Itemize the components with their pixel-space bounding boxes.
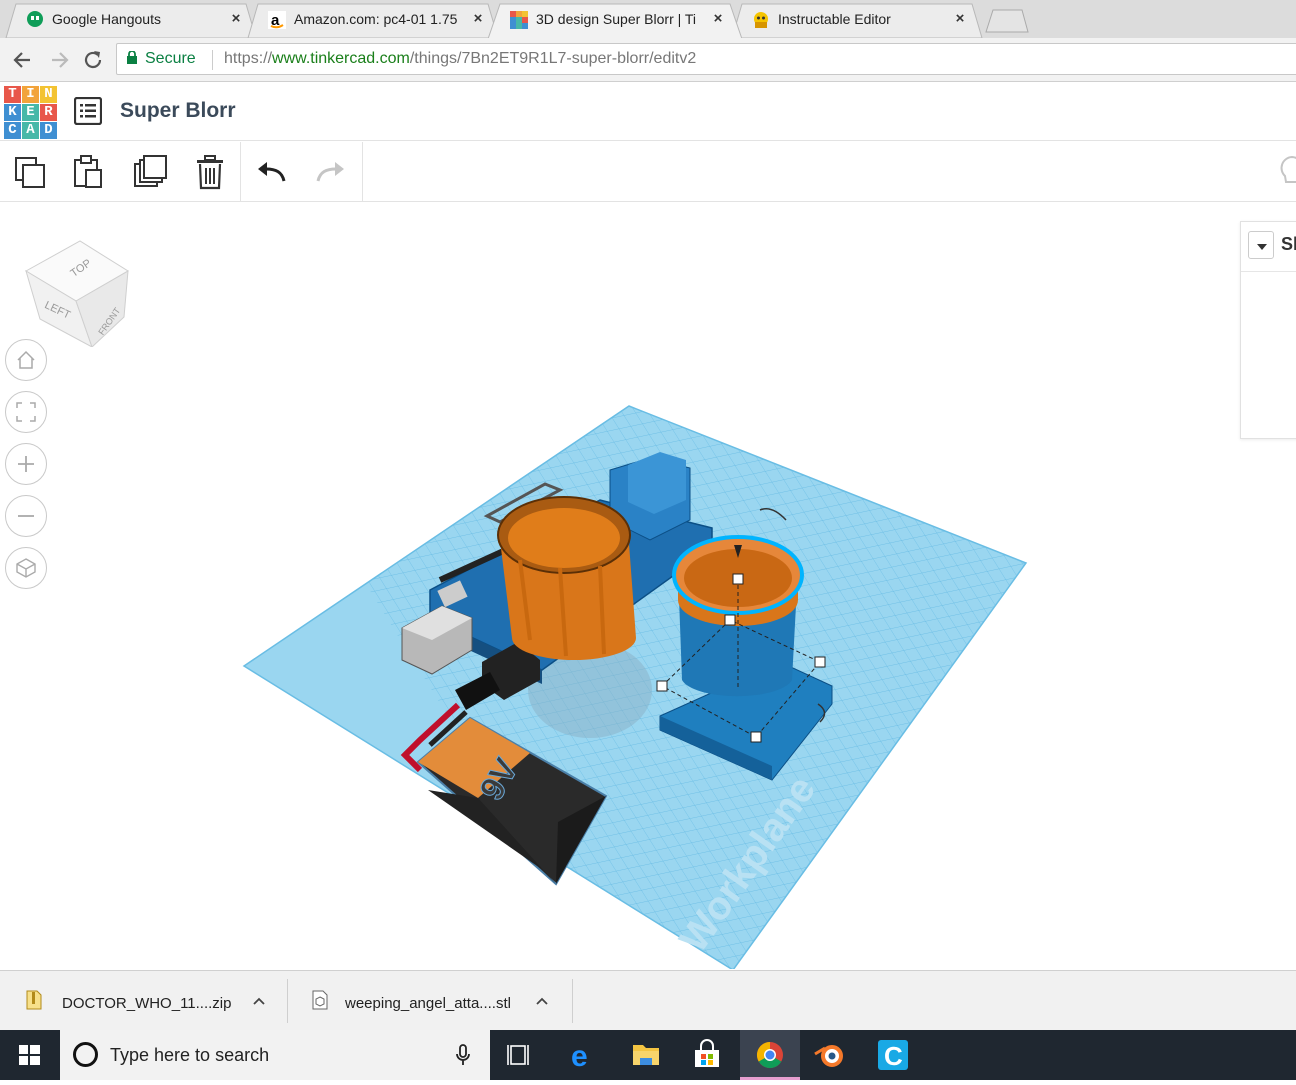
edge-icon[interactable]: e xyxy=(553,1030,613,1080)
shape-panel: Sh xyxy=(1240,221,1296,439)
forward-icon[interactable] xyxy=(46,47,72,73)
logo-letter: C xyxy=(4,122,21,139)
design-title[interactable]: Super Blorr xyxy=(120,99,236,123)
tab-instructable-editor[interactable]: Instructable Editor × xyxy=(726,2,988,38)
tab-title: Amazon.com: pc4-01 1.75 xyxy=(294,11,458,27)
blender-icon[interactable] xyxy=(801,1030,861,1080)
chrome-icon xyxy=(756,1041,783,1069)
home-view-icon xyxy=(17,350,35,369)
zip-file-icon xyxy=(26,990,42,1010)
shape-panel-header: Sh xyxy=(1241,222,1296,272)
hangouts-icon xyxy=(27,11,43,27)
toolbar-divider xyxy=(240,142,241,202)
shape-panel-dropdown[interactable] xyxy=(1248,231,1274,259)
3d-scene[interactable]: Workplane 9V xyxy=(0,203,1296,969)
svg-text:e: e xyxy=(571,1040,588,1073)
svg-text:C: C xyxy=(884,1041,903,1071)
chrome-taskbar-button[interactable] xyxy=(740,1030,800,1080)
paste-icon[interactable] xyxy=(70,154,106,190)
search-placeholder: Type here to search xyxy=(110,1045,270,1065)
tinkercad-logo[interactable]: TIN KER CAD xyxy=(2,84,58,140)
chevron-up-icon[interactable] xyxy=(534,993,550,1009)
download-filename: DOCTOR_WHO_11....zip xyxy=(62,995,232,1012)
shape-panel-label: Sh xyxy=(1281,234,1296,254)
url-text[interactable]: https://www.tinkercad.com/things/7Bn2ET9… xyxy=(224,50,696,68)
logo-letter: T xyxy=(4,86,21,103)
logo-letter: N xyxy=(40,86,57,103)
redo-icon[interactable] xyxy=(312,154,348,190)
logo-letter: R xyxy=(40,104,57,121)
download-separator xyxy=(572,979,573,1023)
zoom-in-icon xyxy=(18,456,34,472)
new-tab-button[interactable] xyxy=(984,8,1030,34)
back-icon[interactable] xyxy=(10,47,36,73)
browser-tab-strip: Google Hangouts × a Amazon.com: pc4-01 1… xyxy=(0,0,1296,38)
ortho-view-icon xyxy=(16,558,36,578)
download-shelf: DOCTOR_WHO_11....zip weeping_angel_atta.… xyxy=(0,970,1296,1030)
logo-letter: E xyxy=(22,104,39,121)
logo-letter: K xyxy=(4,104,21,121)
download-item[interactable]: DOCTOR_WHO_11....zip xyxy=(0,971,286,1031)
logo-letter: A xyxy=(22,122,39,139)
tab-title: 3D design Super Blorr | Ti xyxy=(536,11,697,27)
stl-file-icon xyxy=(312,990,328,1010)
design-list-icon[interactable] xyxy=(74,97,102,125)
url-scheme: https:// xyxy=(224,50,273,67)
fit-view-icon xyxy=(16,402,36,422)
tab-title: Instructable Editor xyxy=(778,11,891,27)
task-view-icon[interactable] xyxy=(490,1030,550,1080)
lightbulb-icon[interactable] xyxy=(1278,154,1296,190)
url-host: www.tinkercad.com xyxy=(272,50,410,67)
workspace-canvas[interactable]: Workplane 9V TOP LEFT FRONT S xyxy=(0,203,1296,969)
microphone-icon[interactable] xyxy=(455,1043,471,1067)
orange-cup[interactable] xyxy=(497,496,636,660)
logo-letter: I xyxy=(22,86,39,103)
reload-icon[interactable] xyxy=(80,47,106,73)
url-path: /things/7Bn2ET9R1L7-super-blorr/editv2 xyxy=(409,50,697,67)
copy-icon[interactable] xyxy=(12,154,48,190)
chevron-up-icon[interactable] xyxy=(251,993,267,1009)
address-bar[interactable]: Secure https://www.tinkercad.com/things/… xyxy=(116,43,1296,75)
browser-toolbar: Secure https://www.tinkercad.com/things/… xyxy=(0,38,1296,82)
lock-icon xyxy=(127,51,137,64)
windows-start-icon[interactable] xyxy=(0,1030,60,1080)
tab-amazon[interactable]: a Amazon.com: pc4-01 1.75 × xyxy=(242,2,504,38)
amazon-icon: a xyxy=(268,11,286,29)
duplicate-icon[interactable] xyxy=(132,154,168,190)
store-icon[interactable] xyxy=(677,1030,737,1080)
toolbar-divider xyxy=(362,142,363,202)
zoom-in-button[interactable] xyxy=(5,443,47,485)
cortana-icon xyxy=(73,1042,98,1067)
undo-icon[interactable] xyxy=(254,154,290,190)
windows-taskbar: Type here to search e C xyxy=(0,1030,1296,1080)
zoom-out-icon xyxy=(18,515,34,517)
file-explorer-icon[interactable] xyxy=(616,1030,676,1080)
url-separator xyxy=(212,50,213,70)
edit-toolbar xyxy=(0,142,1296,202)
tab-close-button[interactable]: × xyxy=(708,9,728,29)
logo-letter: D xyxy=(40,122,57,139)
secure-indicator[interactable]: Secure xyxy=(127,50,196,68)
app-header: TIN KER CAD Super Blorr xyxy=(0,83,1296,141)
secure-label: Secure xyxy=(145,50,196,67)
instructables-icon xyxy=(754,12,768,28)
tab-close-button[interactable]: × xyxy=(950,9,970,29)
tinkercad-icon xyxy=(510,11,528,29)
home-view-button[interactable] xyxy=(5,339,47,381)
cura-icon[interactable]: C xyxy=(864,1030,924,1080)
taskbar-search[interactable]: Type here to search xyxy=(60,1030,490,1080)
ortho-view-button[interactable] xyxy=(5,547,47,589)
tab-google-hangouts[interactable]: Google Hangouts × xyxy=(0,2,262,38)
zoom-out-button[interactable] xyxy=(5,495,47,537)
download-item[interactable]: weeping_angel_atta....stl xyxy=(288,971,572,1031)
tab-title: Google Hangouts xyxy=(52,11,161,27)
fit-view-button[interactable] xyxy=(5,391,47,433)
download-filename: weeping_angel_atta....stl xyxy=(345,995,511,1012)
view-cube[interactable]: TOP LEFT FRONT xyxy=(22,231,132,347)
delete-icon[interactable] xyxy=(192,154,228,190)
tab-tinkercad-active[interactable]: 3D design Super Blorr | Ti × xyxy=(484,2,746,38)
